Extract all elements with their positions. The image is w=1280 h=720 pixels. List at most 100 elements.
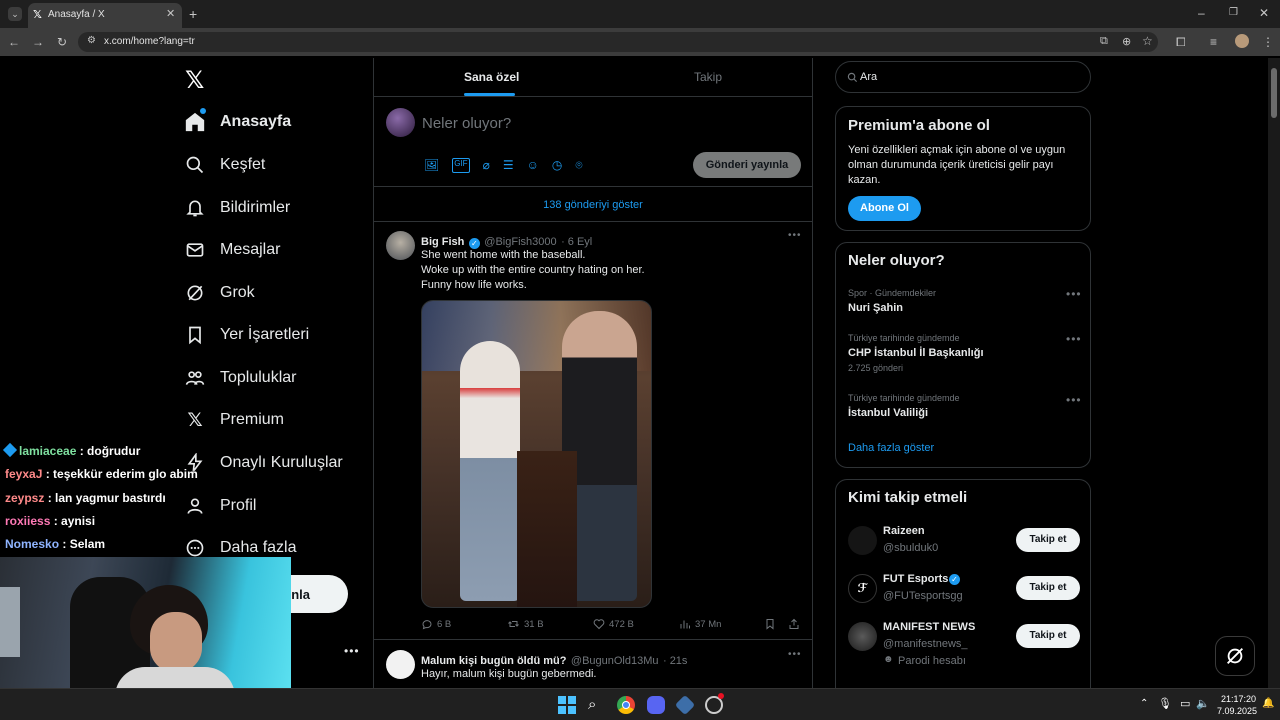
media-icon[interactable]: ≡	[1210, 35, 1217, 49]
account-more-icon[interactable]: •••	[344, 644, 360, 658]
tweet[interactable]: Big Fish ✓ @BigFish3000 · 6 Eyl ••• She …	[374, 222, 812, 640]
subscribe-button[interactable]: Abone Ol	[848, 196, 921, 221]
follow-button[interactable]: Takip et	[1016, 624, 1080, 648]
sidebar-item-verified-orgs[interactable]: Onaylı Kuruluşlar	[182, 445, 343, 481]
avatar[interactable]	[386, 231, 415, 260]
tray-chevron-icon[interactable]: ⌃	[1140, 698, 1148, 709]
image-icon[interactable]: 🖼	[424, 158, 439, 173]
tweet[interactable]: Malum kişi bugün öldü mü? @BugunOld13Mu …	[374, 641, 812, 688]
grok-icon[interactable]: ⌀	[483, 158, 490, 173]
mic-icon[interactable]: 🎙	[1158, 697, 1172, 710]
trend-more-icon[interactable]: •••	[1066, 393, 1082, 407]
tweet-author[interactable]: Malum kişi bugün öldü mü?	[421, 655, 566, 667]
discord-icon[interactable]	[647, 696, 665, 714]
trend-more-icon[interactable]: •••	[1066, 332, 1082, 346]
bookmark-star-icon[interactable]: ☆	[1142, 34, 1153, 48]
post-submit-button[interactable]: Gönderi yayınla	[693, 152, 801, 178]
sidebar-item-bookmarks[interactable]: Yer İşaretleri	[182, 317, 309, 353]
location-icon[interactable]: ⌾	[575, 158, 582, 173]
sidebar-item-communities[interactable]: Topluluklar	[182, 360, 296, 396]
schedule-icon[interactable]: ◷	[552, 158, 562, 173]
clock-date[interactable]: 7.09.2025	[1217, 706, 1257, 716]
sidebar-item-home[interactable]: Anasayfa	[182, 104, 291, 140]
tweet-author[interactable]: Big Fish	[421, 236, 464, 248]
user-handle[interactable]: @FUTesportsgg	[883, 590, 963, 602]
trend-name[interactable]: İstanbul Valiliği	[848, 407, 928, 419]
search-icon[interactable]: ⌕	[588, 696, 606, 714]
volume-icon[interactable]: 🔈	[1196, 697, 1210, 710]
user-handle[interactable]: @sbulduk0	[883, 542, 938, 554]
tweet-more-icon[interactable]: •••	[788, 649, 802, 660]
back-icon[interactable]: ←	[8, 35, 20, 49]
like-button[interactable]: 472 B	[593, 618, 634, 630]
sidebar-item-notifications[interactable]: Bildirimler	[182, 190, 290, 226]
avatar[interactable]	[386, 650, 415, 679]
tweet-handle[interactable]: @BugunOld13Mu	[571, 655, 659, 667]
chrome-icon[interactable]	[617, 696, 635, 714]
tweet-media-photo[interactable]	[421, 300, 652, 608]
sidebar-item-explore[interactable]: Keşfet	[182, 147, 265, 183]
user-handle[interactable]: @manifestnews_	[883, 638, 968, 650]
zoom-icon[interactable]: ⊕	[1122, 35, 1131, 48]
retweet-button[interactable]: 31 B	[507, 618, 544, 630]
obs-icon[interactable]	[705, 693, 724, 714]
trends-show-more[interactable]: Daha fazla göster	[848, 442, 934, 454]
trend-name[interactable]: Nuri Şahin	[848, 302, 903, 314]
show-new-posts[interactable]: 138 gönderiyi göster	[374, 188, 812, 222]
avatar[interactable]	[386, 108, 415, 137]
x-logo-icon[interactable]: 𝕏	[185, 66, 204, 95]
sidebar-item-messages[interactable]: Mesajlar	[182, 232, 280, 268]
user-name[interactable]: MANIFEST NEWS	[883, 621, 975, 633]
follow-button[interactable]: Takip et	[1016, 528, 1080, 552]
forward-icon[interactable]: →	[32, 35, 44, 49]
tweet-more-icon[interactable]: •••	[788, 230, 802, 241]
restore-icon[interactable]: ❐	[1229, 6, 1238, 20]
clock-time[interactable]: 21:17:20	[1221, 694, 1256, 704]
search-input[interactable]: Ara	[835, 61, 1091, 93]
share-icon[interactable]	[788, 618, 800, 630]
sidebar-item-profile[interactable]: Profil	[182, 488, 256, 524]
extensions-icon[interactable]: ⧠	[1176, 35, 1186, 49]
app-icon[interactable]	[674, 694, 696, 716]
reload-icon[interactable]: ↻	[57, 35, 67, 49]
tweet-time[interactable]: · 6 Eyl	[561, 236, 592, 248]
tab-search-chevron-icon[interactable]: ⌄	[8, 7, 22, 21]
tab-following[interactable]: Takip	[694, 70, 722, 84]
install-app-icon[interactable]: ⧉	[1100, 35, 1108, 48]
emoji-icon[interactable]: ☺	[527, 158, 539, 173]
grok-fab[interactable]	[1215, 636, 1255, 676]
tab-for-you[interactable]: Sana özel	[464, 70, 519, 84]
views-button[interactable]: 37 Mn	[679, 618, 721, 630]
windows-start-icon[interactable]	[558, 696, 576, 714]
browser-menu-icon[interactable]: ⋮	[1262, 35, 1274, 49]
user-name[interactable]: FUT Esports	[883, 573, 948, 585]
url-text[interactable]: x.com/home?lang=tr	[104, 36, 195, 47]
notifications-icon[interactable]: 🔔	[1262, 698, 1274, 709]
new-tab-icon[interactable]: +	[189, 7, 197, 21]
sidebar-item-premium[interactable]: 𝕏 Premium	[182, 402, 284, 438]
tab-close-icon[interactable]: ✕	[166, 7, 175, 20]
gif-icon[interactable]: GIF	[452, 158, 470, 173]
avatar[interactable]	[848, 526, 877, 555]
network-icon[interactable]: ▭	[1180, 697, 1190, 710]
browser-tab[interactable]: 𝕏 Anasayfa / X ✕	[28, 3, 182, 28]
user-name[interactable]: Raizeen	[883, 525, 925, 537]
avatar[interactable]: ℱ	[848, 574, 877, 603]
window-close-icon[interactable]: ✕	[1259, 6, 1269, 20]
site-info-icon[interactable]: ⚙	[87, 35, 96, 46]
reply-button[interactable]: 6 B	[421, 618, 451, 630]
page-scrollbar[interactable]	[1268, 58, 1280, 688]
sidebar-item-grok[interactable]: Grok	[182, 275, 255, 311]
tweet-handle[interactable]: @BigFish3000	[484, 236, 556, 248]
trend-more-icon[interactable]: •••	[1066, 287, 1082, 301]
scroll-thumb[interactable]	[1271, 68, 1277, 118]
profile-avatar-icon[interactable]	[1235, 34, 1249, 48]
omnibox[interactable]: ⚙ x.com/home?lang=tr ⧉ ⊕ ☆	[78, 32, 1158, 52]
minimize-icon[interactable]: –	[1198, 6, 1205, 20]
compose-input[interactable]: Neler oluyor?	[422, 115, 511, 132]
bookmark-icon[interactable]	[764, 618, 776, 630]
tweet-time[interactable]: · 21s	[663, 655, 687, 667]
poll-icon[interactable]: ☰	[503, 158, 514, 173]
avatar[interactable]	[848, 622, 877, 651]
trend-name[interactable]: CHP İstanbul İl Başkanlığı	[848, 347, 984, 359]
